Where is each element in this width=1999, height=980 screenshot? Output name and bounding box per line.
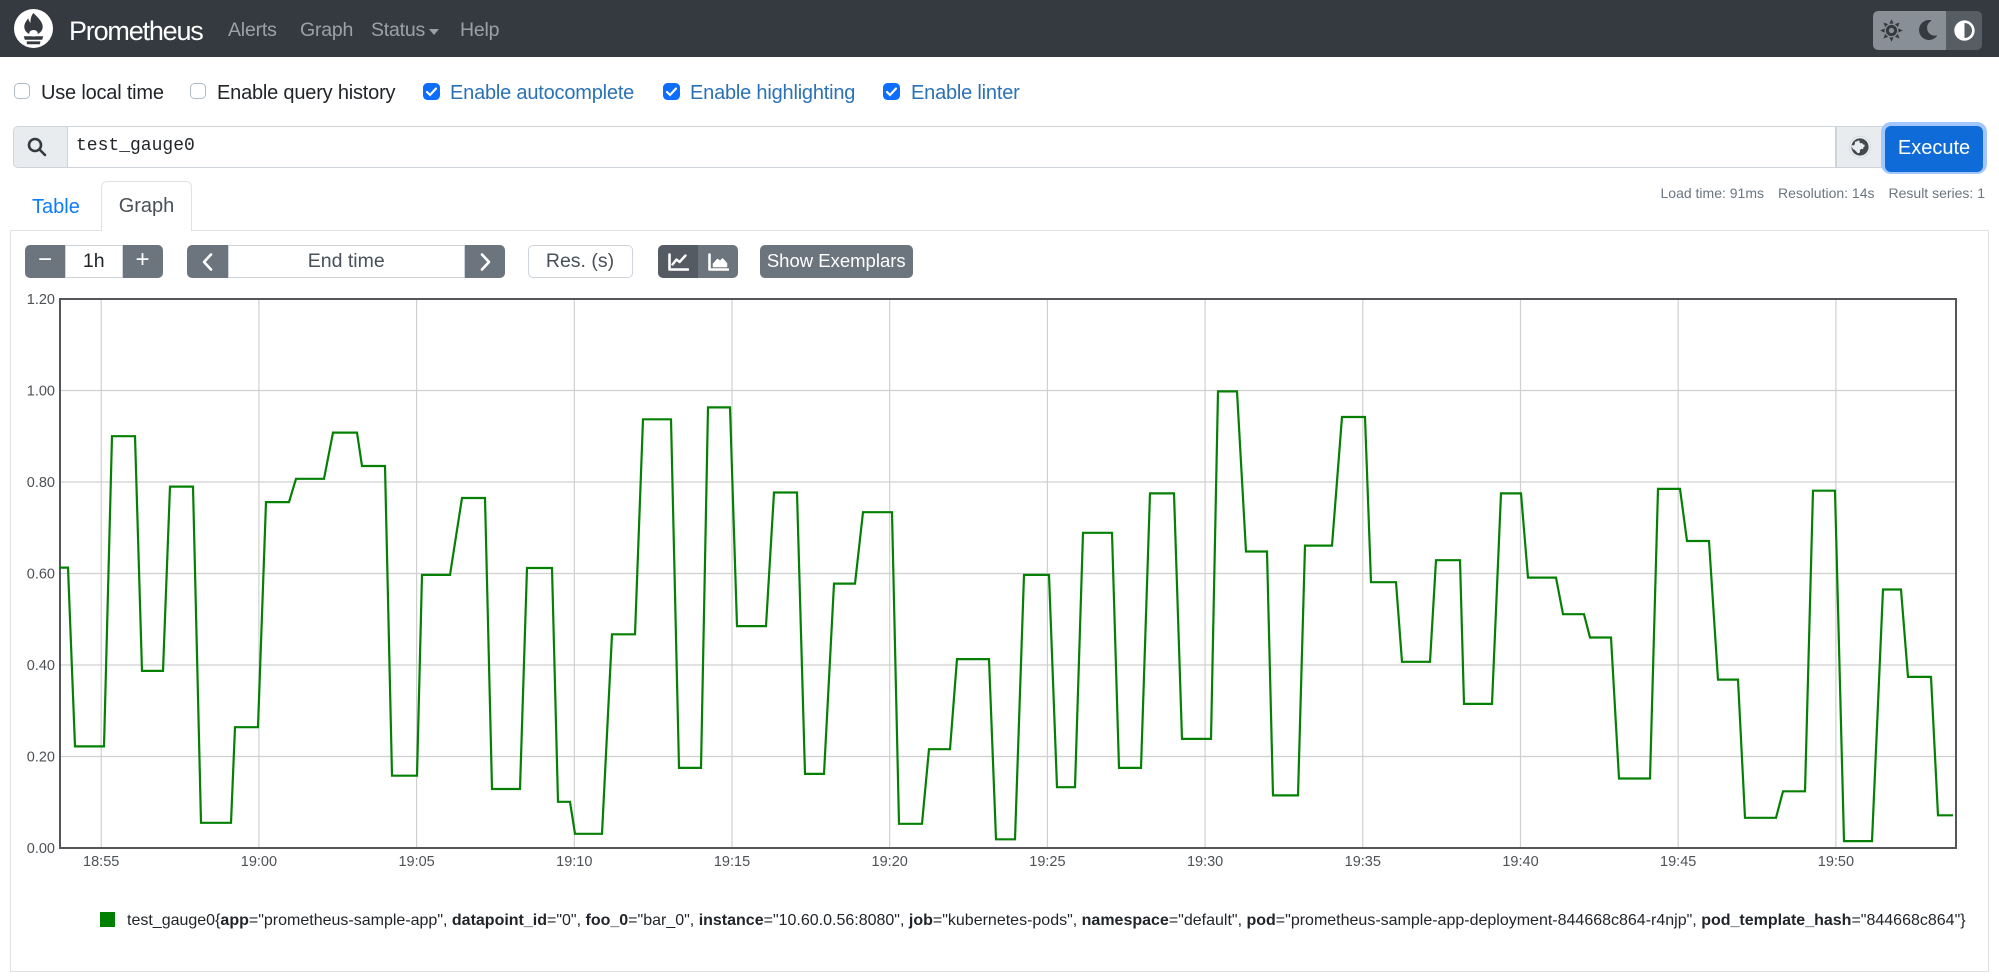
svg-text:19:00: 19:00 <box>241 854 277 870</box>
svg-text:19:40: 19:40 <box>1502 854 1538 870</box>
svg-text:18:55: 18:55 <box>83 854 119 870</box>
svg-text:1.00: 1.00 <box>27 384 55 400</box>
svg-text:19:10: 19:10 <box>556 854 592 870</box>
svg-text:19:05: 19:05 <box>398 854 434 870</box>
svg-text:19:25: 19:25 <box>1029 854 1065 870</box>
svg-text:0.20: 0.20 <box>27 750 55 766</box>
svg-text:19:35: 19:35 <box>1345 854 1381 870</box>
svg-text:0.80: 0.80 <box>27 475 55 491</box>
svg-text:19:45: 19:45 <box>1660 854 1696 870</box>
svg-text:0.60: 0.60 <box>27 567 55 583</box>
svg-text:0.40: 0.40 <box>27 658 55 674</box>
svg-text:19:15: 19:15 <box>714 854 750 870</box>
svg-text:19:30: 19:30 <box>1187 854 1223 870</box>
svg-text:1.20: 1.20 <box>27 292 55 308</box>
svg-text:0.00: 0.00 <box>27 841 55 857</box>
svg-text:19:50: 19:50 <box>1818 854 1854 870</box>
svg-text:19:20: 19:20 <box>872 854 908 870</box>
